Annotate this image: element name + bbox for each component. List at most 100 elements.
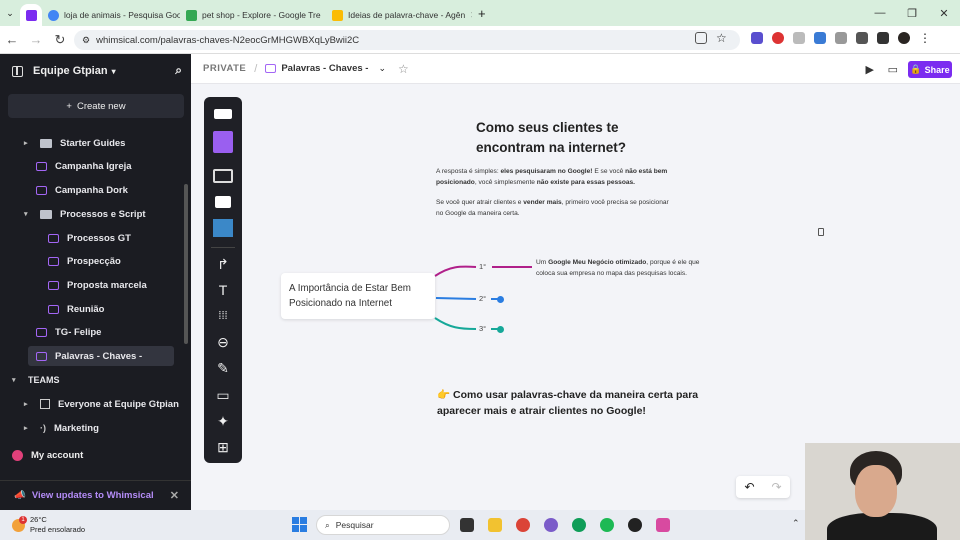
extension-icon[interactable] xyxy=(814,32,826,44)
create-new-label: Create new xyxy=(76,100,126,112)
ai-sparkle-icon[interactable]: ✦ xyxy=(213,412,233,430)
tab-google-search[interactable]: loja de animais - Pesquisa Goog ✕ xyxy=(42,4,180,26)
spotify-icon[interactable] xyxy=(600,518,614,532)
close-icon[interactable]: ✕ xyxy=(170,489,179,502)
snipping-tool-icon[interactable] xyxy=(656,518,670,532)
private-label[interactable]: PRIVATE xyxy=(203,63,246,74)
undo-icon[interactable]: ↶ xyxy=(744,480,754,494)
expand-node-icon[interactable] xyxy=(497,296,504,303)
second-paragraph[interactable]: Se você quer atrair clientes e vender ma… xyxy=(436,197,676,219)
extension-icon[interactable] xyxy=(751,32,763,44)
intro-paragraph[interactable]: A resposta é simples: eles pesquisaram n… xyxy=(436,166,696,188)
new-tab-button[interactable]: + xyxy=(478,6,486,21)
expand-node-icon[interactable] xyxy=(497,326,504,333)
cta-text: Como usar palavras-chave da maneira cert… xyxy=(437,389,699,417)
tab-list-chevron-icon[interactable]: ⌄ xyxy=(0,8,20,19)
section-icon[interactable]: ▭ xyxy=(213,386,233,404)
forward-icon[interactable]: → xyxy=(24,32,48,47)
branch-label-2[interactable]: 2° xyxy=(479,294,486,303)
grid-icon[interactable]: ⁞⁞⁞ xyxy=(213,307,233,325)
page-title[interactable]: Palavras - Chaves - xyxy=(281,63,368,74)
menu-icon[interactable]: ⋮ xyxy=(919,32,931,44)
sidebar-toggle-icon[interactable] xyxy=(12,65,23,77)
collapse-arrow-icon[interactable]: ▾ xyxy=(12,376,20,384)
cast-icon[interactable] xyxy=(695,32,707,44)
present-icon[interactable]: ▶ xyxy=(866,63,874,76)
sidebar-item-prospeccao[interactable]: Prospecção xyxy=(48,251,121,271)
app-icon[interactable] xyxy=(544,518,558,532)
tab-whimsical[interactable] xyxy=(20,4,42,26)
sidebar-item-proposta-marcela[interactable]: Proposta marcela xyxy=(48,275,147,295)
chrome-icon[interactable] xyxy=(516,518,530,532)
central-topic-node[interactable]: A Importância de Estar Bem Posicionado n… xyxy=(281,273,435,319)
create-new-button[interactable]: + Create new xyxy=(8,94,184,118)
chevron-down-icon[interactable]: ⌄ xyxy=(378,63,386,74)
expand-arrow-icon[interactable]: ▸ xyxy=(24,400,32,408)
file-explorer-icon[interactable] xyxy=(488,518,502,532)
puzzle-icon[interactable] xyxy=(856,32,868,44)
url-field[interactable]: ⚙ whimsical.com/palavras-chaves-N2eocGrM… xyxy=(74,30,740,50)
sidebar-item-campanha-dork[interactable]: Campanha Dork xyxy=(36,180,128,200)
wireframe-icon[interactable] xyxy=(213,167,233,185)
mindmap-icon[interactable] xyxy=(213,193,233,211)
tab-google-trends[interactable]: pet shop - Explore - Google Tre ✕ xyxy=(180,4,326,26)
weather-widget[interactable]: 1 26°C Pred ensolarado xyxy=(12,515,85,535)
link-icon[interactable]: ⊖ xyxy=(213,333,233,351)
expand-arrow-icon[interactable]: ▸ xyxy=(24,424,32,432)
tab-google-ads[interactable]: Ideias de palavra-chave - Agên ✕ xyxy=(326,4,472,26)
sticky-note-icon[interactable] xyxy=(213,131,233,153)
cta-text-block[interactable]: 👉 Como usar palavras-chave da maneira ce… xyxy=(437,387,717,419)
star-icon[interactable]: ☆ xyxy=(398,62,409,76)
workspace-switcher[interactable]: Equipe Gtpian ▾ ⌕ xyxy=(12,62,184,80)
minimize-icon[interactable]: — xyxy=(864,7,896,19)
taskbar-search[interactable]: ⌕ Pesquisar xyxy=(316,515,450,535)
sidebar-item-processos-gt[interactable]: Processos GT xyxy=(48,228,131,248)
extension-icon[interactable] xyxy=(772,32,784,44)
search-icon[interactable]: ⌕ xyxy=(175,63,182,78)
pen-icon[interactable]: ✎ xyxy=(213,359,233,377)
extension-icon[interactable] xyxy=(793,32,805,44)
branch-label-3[interactable]: 3° xyxy=(479,324,486,333)
sidebar-item-reuniao[interactable]: Reunião xyxy=(48,299,104,319)
branch-label-1[interactable]: 1° xyxy=(479,262,486,271)
expand-arrow-icon[interactable]: ▸ xyxy=(24,139,32,147)
sidebar-item-marketing[interactable]: ▸ ·) Marketing xyxy=(24,418,99,438)
close-tab-icon[interactable]: ✕ xyxy=(470,10,472,21)
redo-icon[interactable]: ↷ xyxy=(771,480,781,494)
connector-arrow-icon[interactable]: ↱ xyxy=(213,255,233,273)
back-icon[interactable]: ← xyxy=(0,32,24,47)
my-account-link[interactable]: My account xyxy=(12,450,83,461)
reload-icon[interactable]: ↻ xyxy=(48,32,72,48)
sidebar-item-starter-guides[interactable]: ▸ Starter Guides xyxy=(24,133,125,153)
text-icon[interactable]: T xyxy=(213,281,233,299)
profile-avatar[interactable] xyxy=(898,32,910,44)
share-button[interactable]: 🔒 Share xyxy=(908,61,952,78)
sidebar-item-label: Campanha Dork xyxy=(55,184,128,196)
app-icon[interactable] xyxy=(628,518,642,532)
template-icon[interactable]: ⊞ xyxy=(213,438,233,456)
sidebar-item-campanha-igreja[interactable]: Campanha Igreja xyxy=(36,156,132,176)
extension-icon[interactable] xyxy=(877,32,889,44)
teams-section-header[interactable]: ▾ TEAMS xyxy=(12,370,60,390)
chevron-up-icon[interactable]: ⌃ xyxy=(792,518,800,529)
sidebar-item-everyone[interactable]: ▸ Everyone at Equipe Gtpian xyxy=(24,394,179,414)
collapse-arrow-icon[interactable]: ▾ xyxy=(24,210,32,218)
sidebar-scrollbar[interactable] xyxy=(184,184,188,344)
image-icon[interactable] xyxy=(213,219,233,237)
site-info-icon[interactable]: ⚙ xyxy=(82,35,90,46)
board-heading[interactable]: Como seus clientes te encontram na inter… xyxy=(476,118,676,158)
chrome-profile-icon[interactable] xyxy=(572,518,586,532)
card-icon[interactable] xyxy=(213,105,233,123)
maximize-icon[interactable]: ❐ xyxy=(896,7,928,20)
view-updates-banner[interactable]: 📣 View updates to Whimsical ✕ xyxy=(0,480,191,510)
sidebar-item-processos-e-script[interactable]: ▾ Processos e Script xyxy=(24,204,146,224)
sidebar-item-palavras-chaves[interactable]: Palavras - Chaves - xyxy=(28,346,174,366)
close-window-icon[interactable]: ✕ xyxy=(928,7,960,20)
extension-icon[interactable] xyxy=(835,32,847,44)
windows-start-icon[interactable] xyxy=(292,517,307,532)
sidebar-item-tg-felipe[interactable]: TG- Felipe xyxy=(36,322,101,342)
comments-icon[interactable]: ▭ xyxy=(888,63,898,76)
branch-note[interactable]: Um Google Meu Negócio otimizado, porque … xyxy=(536,257,716,279)
bookmark-star-icon[interactable]: ☆ xyxy=(716,32,728,44)
task-view-icon[interactable] xyxy=(460,518,474,532)
